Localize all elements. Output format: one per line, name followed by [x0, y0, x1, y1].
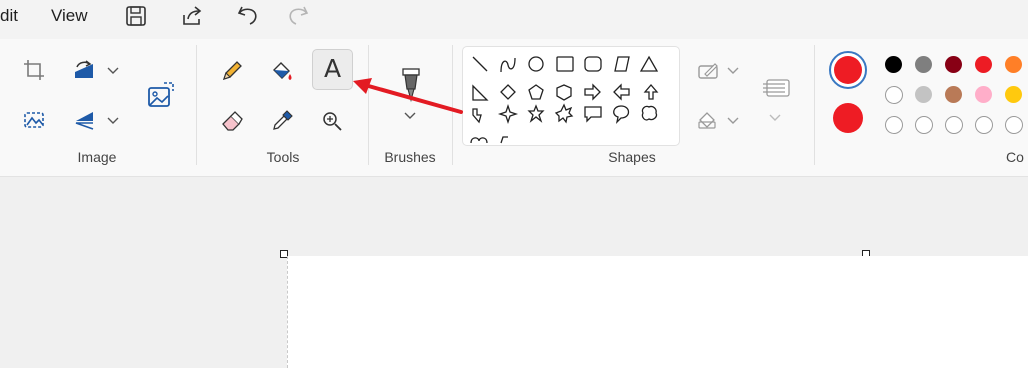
primary-color-swatch	[834, 56, 862, 84]
primary-color-button[interactable]	[829, 51, 867, 89]
color-swatch[interactable]	[1005, 116, 1023, 134]
color-swatch[interactable]	[885, 86, 903, 104]
menu-bar: dit View	[0, 0, 1028, 36]
color-swatch[interactable]	[945, 86, 962, 103]
group-label-tools: Tools	[266, 149, 300, 165]
canvas[interactable]	[287, 256, 1028, 368]
color-picker-icon[interactable]	[264, 104, 300, 138]
save-icon[interactable]	[121, 2, 151, 30]
color-swatch[interactable]	[915, 56, 932, 73]
color-swatch[interactable]	[975, 56, 992, 73]
outline-icon[interactable]	[690, 53, 726, 87]
secondary-color-button[interactable]	[833, 103, 863, 133]
group-label-shapes: Shapes	[608, 149, 656, 165]
group-label-colors: Co	[1006, 149, 1024, 165]
color-swatch[interactable]	[975, 116, 993, 134]
shapes-gallery[interactable]	[462, 46, 680, 146]
color-swatch[interactable]	[885, 116, 903, 134]
flip-icon[interactable]	[66, 103, 102, 137]
color-swatch[interactable]	[885, 56, 902, 73]
shape-fill-icon[interactable]	[690, 103, 726, 137]
rotate-icon[interactable]	[66, 53, 102, 87]
group-label-image: Image	[77, 149, 117, 165]
divider	[196, 45, 197, 165]
color-swatch[interactable]	[915, 86, 932, 103]
pencil-icon[interactable]	[214, 54, 250, 88]
color-swatch[interactable]	[975, 86, 992, 103]
annotation-arrow	[353, 78, 463, 114]
flip-chevron-icon[interactable]	[106, 116, 120, 126]
crop-icon[interactable]	[16, 53, 52, 87]
fill-icon[interactable]	[264, 54, 300, 88]
rotate-chevron-icon[interactable]	[106, 66, 120, 76]
group-label-brushes: Brushes	[384, 149, 436, 165]
layers-chevron-icon[interactable]	[768, 113, 782, 123]
color-swatch[interactable]	[945, 116, 963, 134]
color-swatch[interactable]	[1005, 86, 1022, 103]
layers-icon[interactable]	[756, 71, 796, 105]
menu-edit[interactable]: dit	[0, 6, 18, 26]
color-swatch[interactable]	[915, 116, 933, 134]
color-swatch[interactable]	[1005, 56, 1022, 73]
ribbon: Image A Tools Brushes Shapes Co	[0, 39, 1028, 177]
color-swatch[interactable]	[945, 56, 962, 73]
divider	[814, 45, 815, 165]
eraser-icon[interactable]	[214, 104, 250, 138]
share-icon[interactable]	[177, 2, 207, 30]
redo-icon	[283, 2, 313, 30]
resize-icon[interactable]	[142, 79, 178, 113]
outline-chevron-icon[interactable]	[726, 66, 740, 76]
shapes-grid[interactable]	[463, 47, 679, 145]
shape-fill-chevron-icon[interactable]	[726, 116, 740, 126]
undo-icon[interactable]	[233, 2, 263, 30]
menu-view[interactable]: View	[51, 6, 88, 26]
select-icon[interactable]	[16, 103, 52, 137]
